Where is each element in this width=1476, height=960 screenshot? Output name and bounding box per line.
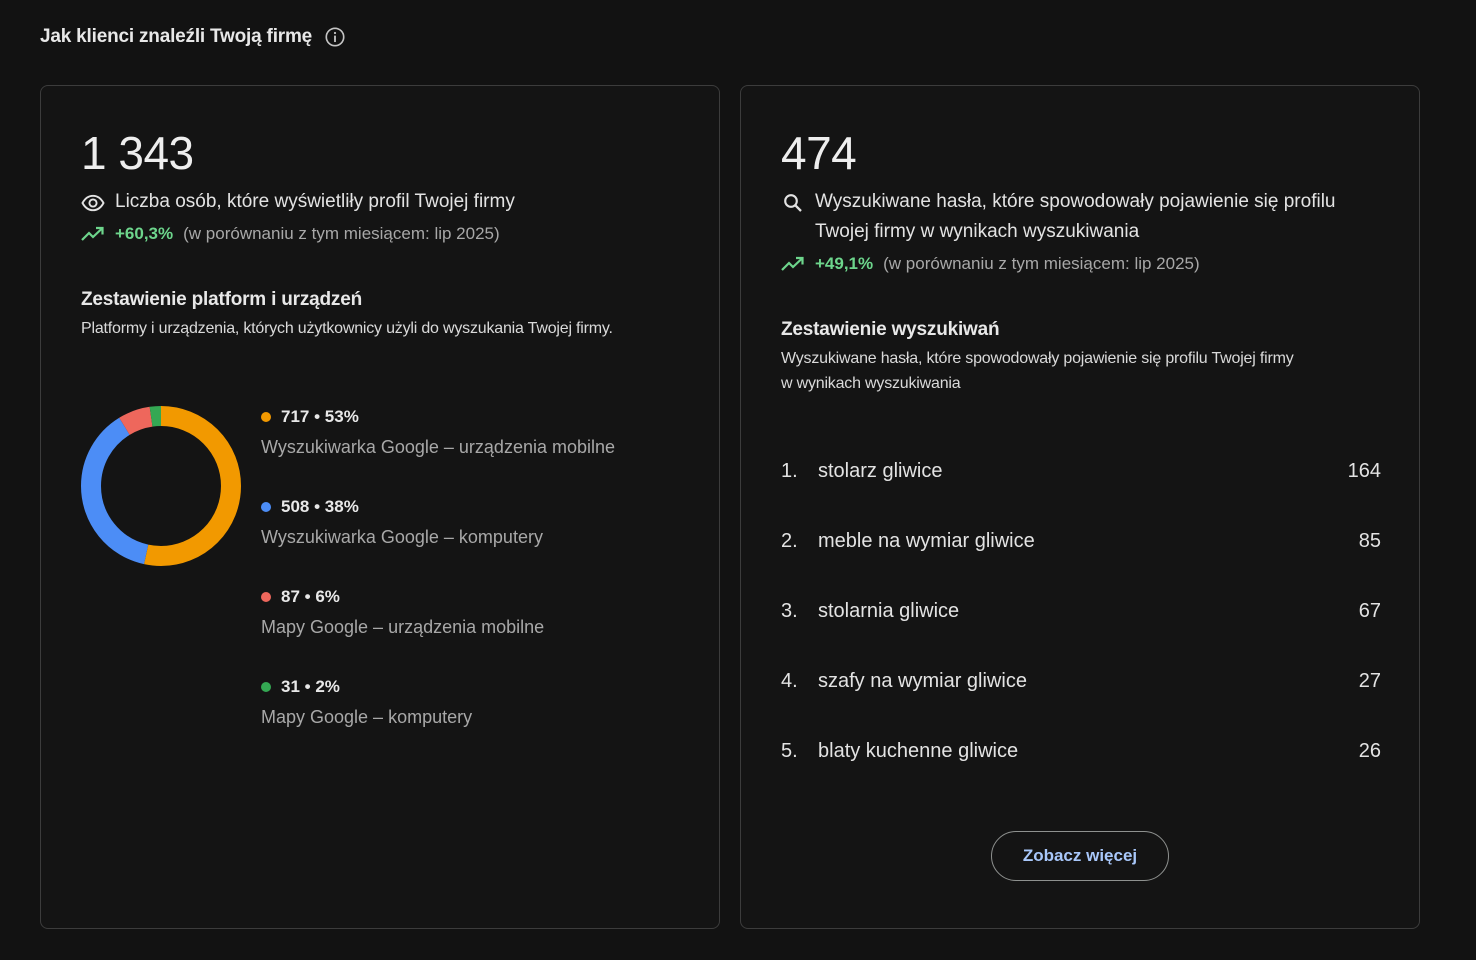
term-text: szafy na wymiar gliwice	[818, 669, 1027, 692]
views-trend-compare: (w porównaniu z tym miesiącem: lip 2025)	[183, 224, 500, 243]
search-term-row: 4. szafy na wymiar gliwice 27	[781, 666, 1381, 696]
legend-label: Mapy Google – urządzenia mobilne	[261, 617, 545, 637]
search-icon	[784, 194, 802, 212]
term-rank: 5.	[781, 739, 798, 762]
profile-views-card: 1 343 Liczba osób, które wyświetliły pro…	[40, 85, 720, 929]
search-terms-card: 474 Wyszukiwane hasła, które spowodowały…	[740, 85, 1420, 929]
searches-metric-label-line1: Wyszukiwane hasła, które spowodowały poj…	[815, 191, 1336, 212]
search-term-row: 3. stolarnia gliwice 67	[781, 596, 1381, 626]
views-metric-row: Liczba osób, które wyświetliły profil Tw…	[81, 190, 515, 217]
platforms-section-title: Zestawienie platform i urządzeń	[81, 289, 362, 310]
legend-label: Wyszukiwarka Google – urządzenia mobilne	[261, 437, 616, 457]
page-title: Jak klienci znaleźli Twoją firmę	[40, 26, 313, 47]
term-count: 164	[1347, 459, 1381, 482]
legend-item: 717 • 53% Wyszukiwarka Google – urządzen…	[261, 407, 681, 458]
searches-section-desc-line2: w wynikach wyszukiwania	[781, 375, 961, 392]
trending-up-icon	[781, 256, 804, 271]
legend-item: 87 • 6% Mapy Google – urządzenia mobilne	[261, 587, 681, 638]
searches-trend-value: +49,1%	[815, 254, 874, 273]
searches-metric-label-line2: Twojej firmy w wynikach wyszukiwania	[815, 221, 1140, 242]
term-count: 67	[1358, 599, 1381, 622]
legend-value: 87	[281, 587, 300, 606]
search-term-row: 2. meble na wymiar gliwice 85	[781, 526, 1381, 556]
term-rank: 1.	[781, 459, 798, 482]
term-text: blaty kuchenne gliwice	[818, 739, 1019, 762]
performance-page: Jak klienci znaleźli Twoją firmę 1 343 L…	[0, 0, 1476, 960]
legend-dot-orange	[261, 412, 271, 422]
term-rank: 3.	[781, 599, 798, 622]
legend-percent: 38%	[324, 497, 359, 516]
legend-dot-red	[261, 592, 271, 602]
searches-section-desc: Wyszukiwane hasła, które spowodowały poj…	[781, 346, 1391, 396]
platforms-donut-chart	[81, 406, 241, 566]
legend-percent: 6%	[315, 587, 340, 606]
term-count: 26	[1358, 739, 1381, 762]
legend-dot-blue	[261, 502, 271, 512]
legend-item: 31 • 2% Mapy Google – komputery	[261, 677, 681, 728]
searches-section-title: Zestawienie wyszukiwań	[781, 319, 1000, 340]
term-text: stolarnia gliwice	[818, 599, 960, 622]
eye-icon	[81, 194, 105, 212]
views-metric-label: Liczba osób, które wyświetliły profil Tw…	[115, 191, 515, 212]
views-trend-row: +60,3% (w porównaniu z tym miesiącem: li…	[81, 224, 500, 244]
legend-label: Mapy Google – komputery	[261, 707, 473, 727]
page-header: Jak klienci znaleźli Twoją firmę	[40, 26, 346, 48]
search-term-row: 1. stolarz gliwice 164	[781, 456, 1381, 486]
term-text: meble na wymiar gliwice	[818, 529, 1035, 552]
term-count: 27	[1358, 669, 1381, 692]
views-trend-value: +60,3%	[115, 224, 174, 243]
legend-percent: 2%	[315, 677, 340, 696]
term-text: stolarz gliwice	[818, 459, 943, 482]
searches-trend-compare: (w porównaniu z tym miesiącem: lip 2025)	[883, 254, 1200, 273]
searches-metric-row: Wyszukiwane hasła, które spowodowały poj…	[781, 190, 1335, 247]
search-term-row: 5. blaty kuchenne gliwice 26	[781, 736, 1381, 766]
legend-label: Wyszukiwarka Google – komputery	[261, 527, 543, 547]
searches-trend-row: +49,1% (w porównaniu z tym miesiącem: li…	[781, 254, 1200, 274]
searches-total: 474	[781, 127, 857, 179]
searches-section-desc-line1: Wyszukiwane hasła, które spowodowały poj…	[781, 350, 1294, 367]
platforms-section-desc: Platformy i urządzenia, których użytkown…	[81, 320, 613, 337]
term-count: 85	[1358, 529, 1381, 552]
legend-percent: 53%	[324, 407, 359, 426]
legend-value: 717	[281, 407, 310, 426]
legend-item: 508 • 38% Wyszukiwarka Google – komputer…	[261, 497, 681, 548]
views-total: 1 343	[81, 127, 194, 179]
trending-up-icon	[81, 226, 104, 241]
info-icon[interactable]	[324, 26, 346, 48]
legend-dot-green	[261, 682, 271, 692]
legend-value: 508	[281, 497, 310, 516]
searches-metric-label: Wyszukiwane hasła, które spowodowały poj…	[815, 187, 1335, 247]
term-rank: 4.	[781, 669, 798, 692]
legend-value: 31	[281, 677, 300, 696]
see-more-button[interactable]: Zobacz więcej	[991, 831, 1169, 881]
term-rank: 2.	[781, 529, 798, 552]
